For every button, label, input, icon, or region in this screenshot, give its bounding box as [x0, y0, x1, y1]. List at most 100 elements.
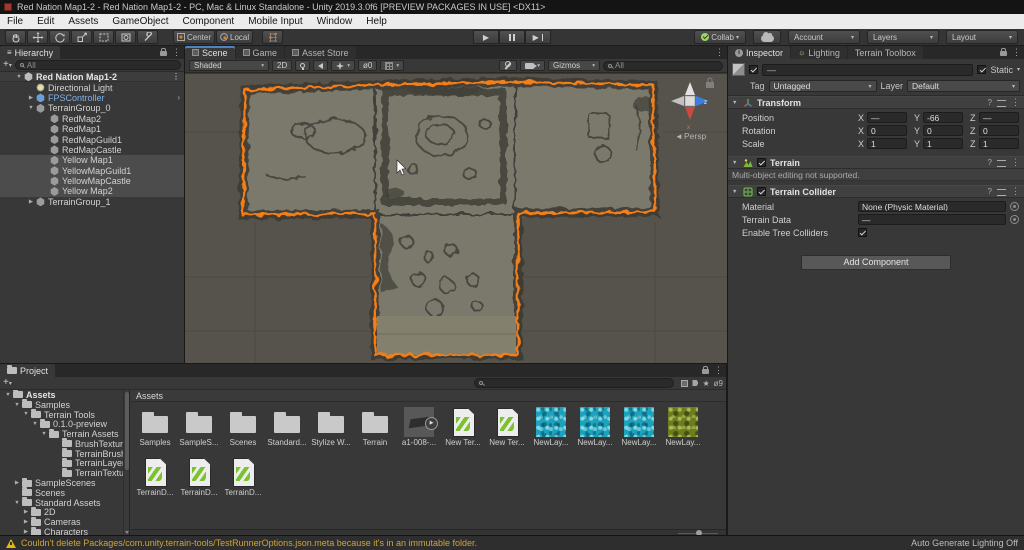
folder-tree-item[interactable]: ▼ Samples	[0, 399, 129, 410]
terrain-collider-header[interactable]: ▼ Terrain Collider ? ⋮	[728, 185, 1024, 198]
tag-dropdown[interactable]: Untagged ▾	[768, 80, 877, 92]
expander-icon[interactable]: ▼	[3, 392, 13, 398]
foldout-icon[interactable]: ▼	[732, 160, 739, 166]
scene-camera-dropdown[interactable]: ▾	[520, 60, 545, 71]
transform-tool-button[interactable]	[115, 30, 136, 44]
expander-icon[interactable]: ▼	[12, 402, 22, 408]
folder-tree-item[interactable]: ▶ SampleScenes	[0, 477, 129, 488]
asset-item[interactable]: TerrainD...	[221, 456, 265, 504]
component-menu-icon[interactable]: ⋮	[1011, 186, 1020, 197]
expander-icon[interactable]: ▶	[21, 519, 31, 525]
asset-item[interactable]: NewLay...	[661, 406, 705, 454]
folder-tree-item[interactable]: Scenes	[0, 487, 129, 498]
step-button[interactable]: ▶	[525, 30, 551, 44]
static-dropdown-icon[interactable]: ▾	[1017, 66, 1020, 73]
axis-x-field[interactable]: —	[867, 112, 907, 123]
scene-audio-toggle[interactable]	[313, 60, 329, 71]
menu-item[interactable]: GameObject	[105, 14, 175, 29]
asset-item[interactable]: NewLay...	[573, 406, 617, 454]
expander-icon[interactable]: ▼	[26, 105, 36, 111]
expander-icon[interactable]: ▼	[12, 500, 22, 506]
asset-item[interactable]: SampleS...	[177, 406, 221, 454]
axis-y-field[interactable]: -66	[923, 112, 963, 123]
scene-view-tab[interactable]: Game	[235, 46, 285, 59]
component-tools-button[interactable]	[499, 60, 518, 71]
scene-view-tab[interactable]: Scene	[185, 46, 235, 59]
folder-tree-item[interactable]: ▼ Standard Assets	[0, 497, 129, 508]
expander-icon[interactable]: ▼	[39, 431, 49, 437]
auto-generate-lighting-status[interactable]: Auto Generate Lighting Off	[911, 538, 1018, 548]
shading-mode-dropdown[interactable]: Shaded ▾	[189, 60, 269, 71]
menu-item[interactable]: Mobile Input	[241, 14, 309, 29]
label-filter-icon[interactable]	[692, 380, 699, 386]
2d-toggle-button[interactable]: 2D	[272, 60, 293, 71]
tree-colliders-checkbox[interactable]	[858, 228, 867, 237]
asset-item[interactable]: Samples	[133, 406, 177, 454]
asset-item[interactable]: a1-008-...	[397, 406, 441, 454]
hierarchy-item[interactable]: RedMap1	[0, 124, 184, 134]
hierarchy-search-input[interactable]: All	[14, 60, 181, 70]
menu-item[interactable]: Component	[176, 14, 242, 29]
hierarchy-item[interactable]: YellowMapGuild1	[0, 165, 184, 176]
hierarchy-item[interactable]: RedMapCastle	[0, 145, 184, 155]
axis-z-field[interactable]: 0	[979, 125, 1019, 136]
hierarchy-item[interactable]: Yellow Map2	[0, 186, 184, 197]
expander-icon[interactable]: ▼	[21, 411, 31, 417]
project-search-input[interactable]	[474, 378, 675, 388]
scene-viewport[interactable]: z x ◄ Persp	[185, 74, 727, 363]
help-icon[interactable]: ?	[988, 187, 992, 196]
folder-tree-item[interactable]: ▶ Characters	[0, 526, 129, 535]
terrain-data-field[interactable]: —	[858, 214, 1006, 225]
rect-tool-button[interactable]	[93, 30, 114, 44]
scale-tool-button[interactable]	[71, 30, 92, 44]
scene-effects-dropdown[interactable]: ▾	[331, 60, 355, 71]
hierarchy-item[interactable]: ▼ Red Nation Map1-2 ⋮	[0, 72, 184, 83]
inspector-menu-icon[interactable]: ⋮	[1012, 47, 1021, 58]
create-asset-button[interactable]: +▾	[3, 377, 12, 389]
hierarchy-item[interactable]: ▶ FPSController ›	[0, 93, 184, 103]
orientation-toggle-button[interactable]: Local	[216, 30, 254, 44]
help-icon[interactable]: ?	[988, 158, 992, 167]
expander-icon[interactable]: ▶	[26, 95, 36, 101]
project-lock-icon[interactable]	[702, 366, 709, 374]
folder-tree-item[interactable]: ▼ Terrain Tools	[0, 408, 129, 420]
tab-lighting[interactable]: ☼ Lighting	[791, 46, 847, 59]
object-picker-icon[interactable]	[1010, 215, 1019, 224]
active-checkbox[interactable]	[749, 65, 758, 74]
tab-hierarchy[interactable]: ≡ Hierarchy	[0, 46, 61, 59]
hand-tool-button[interactable]	[5, 30, 26, 44]
layers-dropdown[interactable]: Layers ▾	[867, 30, 939, 44]
presets-icon[interactable]	[997, 159, 1006, 167]
tab-inspector[interactable]: i Inspector	[728, 46, 791, 59]
component-menu-icon[interactable]: ⋮	[1011, 97, 1020, 108]
hierarchy-item[interactable]: YellowMapCastle	[0, 175, 184, 187]
panel-menu-icon[interactable]: ⋮	[172, 47, 181, 58]
inspector-lock-icon[interactable]	[1000, 48, 1007, 56]
asset-item[interactable]: NewLay...	[529, 406, 573, 454]
console-status-message[interactable]: Couldn't delete Packages/com.unity.terra…	[21, 538, 477, 548]
terrain-component-header[interactable]: ▼ Terrain ? ⋮	[728, 156, 1024, 169]
project-tree-scrollbar[interactable]	[123, 390, 129, 535]
asset-item[interactable]: Stylize W...	[309, 406, 353, 454]
layer-dropdown[interactable]: Default ▾	[907, 80, 1020, 92]
collab-button[interactable]: Collab ▾	[694, 30, 746, 44]
item-context-icon[interactable]: ⋮	[172, 72, 184, 81]
menu-item[interactable]: Window	[310, 14, 360, 29]
scene-lighting-toggle[interactable]	[295, 60, 311, 71]
account-dropdown[interactable]: Account ▾	[788, 30, 860, 44]
add-component-button[interactable]: Add Component	[801, 255, 951, 270]
object-picker-icon[interactable]	[1010, 202, 1019, 211]
hierarchy-item[interactable]: Yellow Map1	[0, 155, 184, 166]
window-titlebar[interactable]: Red Nation Map1-2 - Red Nation Map1-2 - …	[0, 0, 1024, 14]
component-menu-icon[interactable]: ⋮	[1011, 157, 1020, 168]
folder-tree-item[interactable]: ▼ 0.1.0-preview	[0, 418, 129, 429]
gameobject-icon[interactable]	[732, 63, 745, 76]
hidden-objects-counter[interactable]: ø0	[358, 60, 378, 71]
status-bar[interactable]: Couldn't delete Packages/com.unity.terra…	[0, 535, 1024, 550]
collider-enabled-checkbox[interactable]	[757, 187, 766, 196]
project-menu-icon[interactable]: ⋮	[714, 365, 723, 376]
scene-view-tab[interactable]: Asset Store	[285, 46, 356, 59]
breadcrumb[interactable]: Assets	[131, 390, 726, 402]
move-tool-button[interactable]	[27, 30, 48, 44]
expander-icon[interactable]: ▶	[21, 509, 31, 515]
